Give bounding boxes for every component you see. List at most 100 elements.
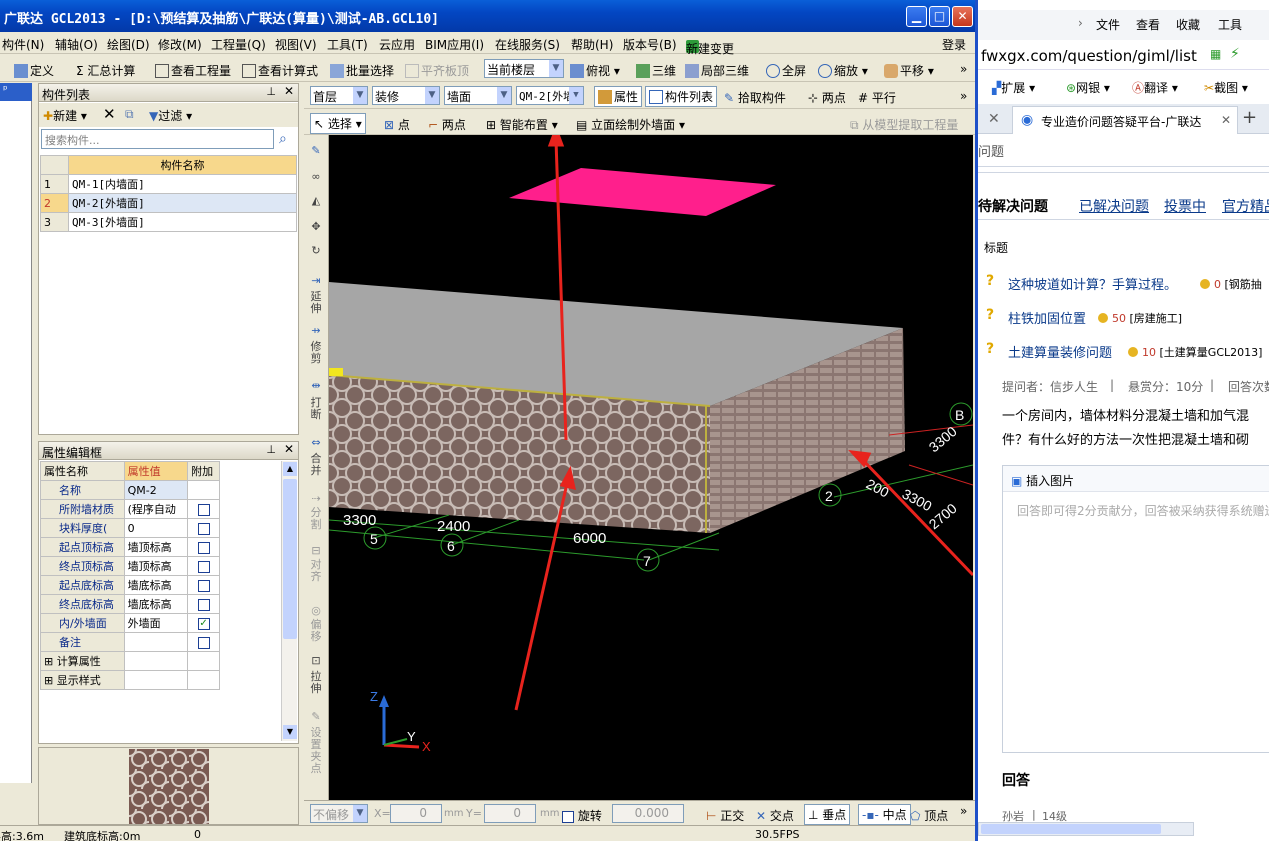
align-slab-top-button[interactable]: 平齐板顶 [405,62,469,79]
title-bar[interactable]: 广联达 GCL2013 - [D:\预结算及抽筋\广联达(算量)\测试-AB.G… [0,0,975,32]
two-point-button[interactable]: ⌐ 两点 [428,116,466,133]
browser-menu-favorites[interactable]: 收藏 [1176,16,1200,33]
rotate-checkbox[interactable]: 旋转 [562,807,602,824]
property-extra[interactable] [187,651,220,671]
property-row[interactable]: 块料厚度(0 [40,518,220,538]
search-input[interactable]: 搜索构件... [41,129,274,149]
checked-checkbox[interactable]: ✓ [197,617,210,630]
point-button[interactable]: ⊠ 点 [384,116,410,133]
property-row[interactable]: 起点顶标高 墙顶标高 [40,537,220,557]
property-row[interactable]: 所附墙材质 (程序自动 [40,499,220,519]
select-button[interactable]: ↖ 选择 ▾ [310,113,366,134]
menu-version[interactable]: 版本号(B) [623,36,677,53]
property-row[interactable]: 终点顶标高 墙顶标高 [40,556,220,576]
menu-quantity[interactable]: 工程量(Q) [211,36,266,53]
tab-solved[interactable]: 已解决问题 [1079,196,1149,216]
property-value[interactable] [123,632,189,652]
menu-login[interactable]: 登录 [942,36,966,53]
rotate-icon[interactable]: ↻ [307,245,325,257]
browser-menu-tools[interactable]: 工具 [1218,16,1242,33]
filter-button[interactable]: ▼过滤 ▾ [149,107,192,124]
property-row[interactable]: ⊞ 显示样式 [40,670,220,690]
property-value[interactable] [123,670,189,690]
y-input[interactable]: 0 [484,804,536,823]
expand-icon[interactable]: ⊞ [44,674,57,687]
copy-icon[interactable]: ⧉ [125,107,134,122]
smart-layout-button[interactable]: ⊞ 智能布置 ▾ [486,116,558,133]
trim-tool[interactable]: 修剪 [307,341,325,365]
offset-select[interactable]: 不偏移 ▼ [310,804,368,823]
maximize-button[interactable]: □ [929,6,950,27]
fullscreen-button[interactable]: 全屏 [766,62,806,79]
scroll-thumb[interactable] [283,479,297,639]
pin-icon[interactable]: ⊥ [266,443,276,456]
menu-online[interactable]: 在线服务(S) [495,36,560,53]
answer-editor[interactable]: ▣ 插入图片 回答即可得2分贡献分，回答被采纳获得系统赠送 [1002,465,1269,753]
stretch-tool[interactable]: 拉伸 [307,671,325,695]
component-select[interactable]: QM-2[外墙 ▼ [516,86,584,105]
define-button[interactable]: 定义 [14,62,54,79]
property-row[interactable]: 名称 QM-2 [40,480,220,500]
menu-view[interactable]: 视图(V) [275,36,317,53]
expand-icon[interactable]: ⊞ [44,655,57,668]
extensions-button[interactable]: ▞扩展 ▾ [992,79,1035,96]
menu-bim[interactable]: BIM应用(I) [425,36,484,53]
parallel-button[interactable]: # 平行 [858,89,896,106]
horizontal-scrollbar[interactable] [978,822,1194,836]
grip-tool[interactable]: 设置夹点 [307,727,325,775]
ortho-button[interactable]: ⊢ 正交 [706,807,744,824]
checkbox[interactable] [197,541,210,554]
property-row[interactable]: 起点底标高 墙底标高 [40,575,220,595]
property-extra[interactable]: ✓ [187,613,220,633]
delete-icon[interactable]: ✕ [103,105,116,123]
checkbox[interactable] [197,636,210,649]
scroll-thumb[interactable] [981,824,1161,834]
list-item[interactable]: ? 柱铁加固位置 50 [房建施工] [986,307,1269,327]
pink-slab[interactable] [509,168,776,216]
property-value[interactable]: 墙底标高 [123,575,189,595]
property-row[interactable]: 备注 [40,632,220,652]
menu-tools[interactable]: 工具(T) [327,36,368,53]
3d-button[interactable]: 三维 [636,62,676,79]
screenshot-button[interactable]: ✂截图 ▾ [1204,79,1248,96]
checkbox[interactable] [197,579,210,592]
close-icon[interactable]: ✕ [284,84,294,98]
extend-tool[interactable]: 延伸 [307,291,325,315]
property-scrollbar[interactable]: ▲ ▼ [281,461,297,741]
pin-icon[interactable]: ᵖ [0,83,32,101]
property-value[interactable]: 墙顶标高 [123,556,189,576]
list-item[interactable]: ? 土建算量装修问题 10 [土建算量GCL2013] [986,341,1269,361]
property-extra[interactable] [187,499,220,519]
active-tab[interactable]: ◉ 专业造价问题答疑平台-广联达 ✕ [1012,106,1238,134]
new-tab-icon[interactable]: + [1242,107,1257,128]
lightning-icon[interactable]: ⚡ [1230,46,1240,62]
component-list-button[interactable]: 构件列表 [645,86,718,107]
menu-component[interactable]: 构件(N) [2,36,44,53]
property-value[interactable]: 0 [123,518,189,538]
floor-select[interactable]: 首层 ▼ [310,86,368,105]
property-extra[interactable] [187,518,220,538]
table-row[interactable]: 3 QM-3[外墙面] [40,212,297,232]
table-row[interactable]: 1 QM-1[内墙面] [40,174,297,194]
close-tab-icon[interactable]: ✕ [988,111,1000,127]
property-extra[interactable] [187,594,220,614]
close-icon[interactable]: ✕ [1221,113,1231,127]
type-select[interactable]: 墙面 ▼ [444,86,512,105]
browser-menu-chevron-icon[interactable]: › [1078,16,1083,30]
translate-button[interactable]: Ⓐ翻译 ▾ [1132,79,1178,96]
pan-button[interactable]: 平移 ▾ [884,62,934,79]
category-select[interactable]: 装修 ▼ [372,86,440,105]
property-extra[interactable] [187,575,220,595]
menu-help[interactable]: 帮助(H) [571,36,613,53]
intersection-button[interactable]: ✕ 交点 [756,807,794,824]
property-value[interactable]: (程序自动 [123,499,189,519]
checkbox[interactable] [197,560,210,573]
zoom-button[interactable]: 缩放 ▾ [818,62,868,79]
batch-select-button[interactable]: 批量选择 [330,62,394,79]
property-value[interactable] [123,651,189,671]
toolbar-overflow-icon[interactable]: » [960,804,967,818]
property-extra[interactable] [187,556,220,576]
pin-icon[interactable]: ⊥ [266,85,276,98]
tab-featured[interactable]: 官方精品 [1222,196,1269,216]
tab-voting[interactable]: 投票中 [1164,196,1206,216]
